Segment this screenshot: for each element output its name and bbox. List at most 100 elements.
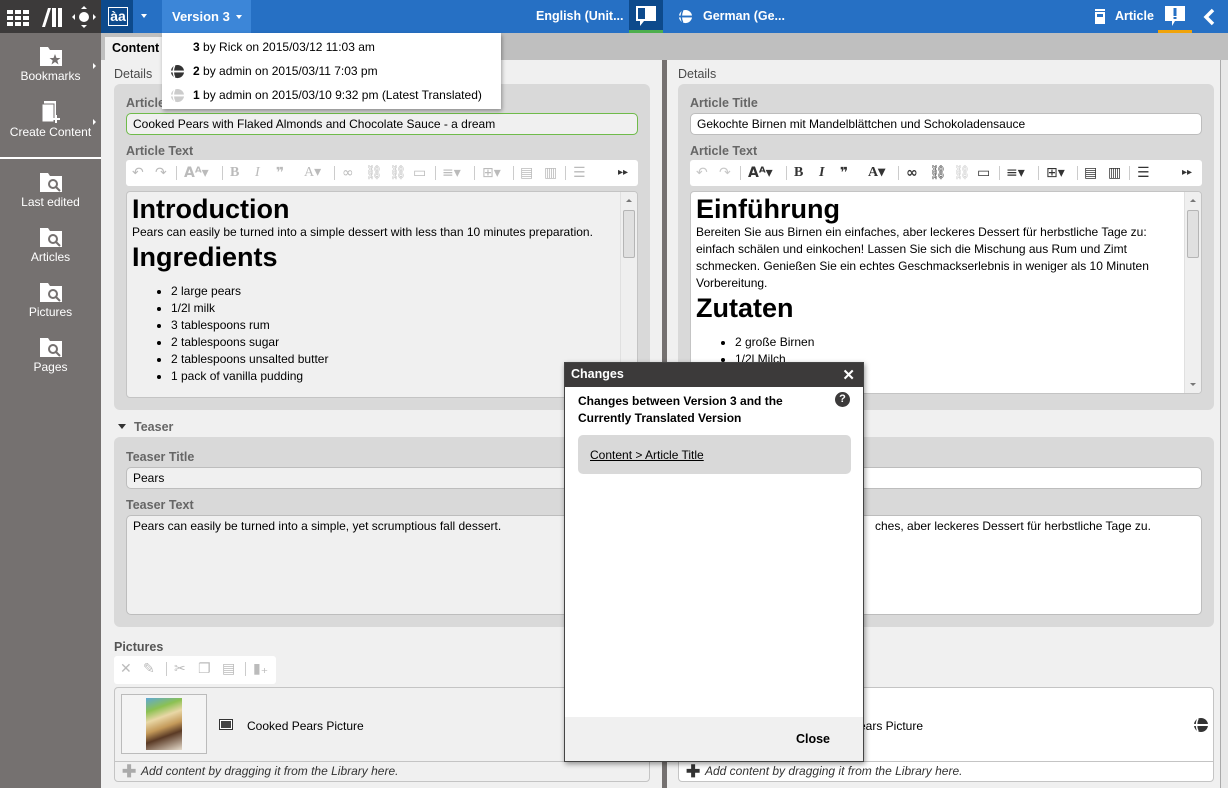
italic-icon[interactable]: I <box>819 165 824 181</box>
link-icon[interactable]: ∞ <box>342 165 354 181</box>
details-section-label[interactable]: Details <box>114 67 152 81</box>
paste-text-icon[interactable]: ▤ <box>1084 165 1097 181</box>
apps-grid-icon[interactable] <box>6 6 30 28</box>
more-tools-icon[interactable]: ▸▸ <box>1182 165 1192 181</box>
font-size-icon[interactable]: Aᴬ▾ <box>748 165 773 181</box>
add-content-dropzone[interactable]: ✚ Add content by dragging it from the Li… <box>679 761 1213 781</box>
dialog-header[interactable]: Changes ✕ <box>565 363 863 387</box>
align-icon[interactable]: ≡▾ <box>1006 165 1025 181</box>
version-dropdown[interactable]: Version 3 <box>162 0 251 33</box>
bold-icon[interactable]: B <box>230 165 239 181</box>
target-language-label[interactable]: German (Ge... <box>703 9 785 23</box>
create-content-icon <box>41 101 60 123</box>
paste-word-icon[interactable]: ▥ <box>544 165 557 181</box>
numbered-list-icon[interactable]: ☰ <box>573 165 586 181</box>
article-text-editor[interactable]: Introduction Pears can easily be turned … <box>126 191 638 398</box>
redo-icon[interactable]: ↷ <box>155 165 167 181</box>
redo-icon[interactable]: ↷ <box>719 165 731 181</box>
close-icon[interactable]: ✕ <box>842 366 855 384</box>
version-menu-item[interactable]: 1 by admin on 2015/03/10 9:32 pm (Latest… <box>162 84 501 108</box>
undo-icon[interactable]: ↶ <box>696 165 708 181</box>
scroll-thumb[interactable] <box>623 210 635 258</box>
internal-link-icon[interactable]: ⛓ <box>365 165 383 181</box>
paste-icon[interactable]: ▤ <box>222 661 235 677</box>
more-tools-icon[interactable]: ▸▸ <box>618 165 628 181</box>
paste-word-icon[interactable]: ▥ <box>1108 165 1121 181</box>
font-size-icon[interactable]: Aᴬ▾ <box>184 165 209 181</box>
top-bar: àa Version 3 English (Unit... German (Ge… <box>101 0 1228 33</box>
version-menu-item[interactable]: 2 by admin on 2015/03/11 7:03 pm <box>162 60 501 84</box>
link-icon[interactable]: ∞ <box>906 165 918 181</box>
sidebar-item-create-content[interactable]: Create Content <box>0 101 101 139</box>
chevron-down-icon[interactable] <box>141 14 147 18</box>
add-picture-icon[interactable]: ▮₊ <box>253 661 268 677</box>
sidebar-item-pictures[interactable]: Pictures <box>0 281 101 319</box>
toolbar-separator <box>1077 166 1078 180</box>
blockquote-icon[interactable]: ❞ <box>276 165 284 181</box>
add-content-dropzone[interactable]: ✚ Add content by dragging it from the Li… <box>115 761 649 781</box>
editor-scrollbar[interactable] <box>1184 192 1201 393</box>
image-icon[interactable]: ▭ <box>413 165 426 181</box>
numbered-list-icon[interactable]: ☰ <box>1137 165 1150 181</box>
issues-button[interactable] <box>1158 0 1192 33</box>
table-icon[interactable]: ⊞▾ <box>1046 165 1065 181</box>
collapse-caret-icon[interactable] <box>118 424 126 429</box>
undo-icon[interactable]: ↶ <box>132 165 144 181</box>
library-icon[interactable] <box>40 6 64 28</box>
navigation-icon[interactable] <box>72 6 96 28</box>
version-number: 3 <box>193 40 200 54</box>
page-scrollbar[interactable] <box>1220 60 1228 788</box>
copy-icon[interactable]: ❐ <box>198 661 211 677</box>
remove-link-icon[interactable]: ⛓ <box>389 165 407 181</box>
cut-icon[interactable]: ✂ <box>174 661 186 677</box>
version-menu-item[interactable]: 3 by Rick on 2015/03/12 11:03 am <box>162 36 501 60</box>
align-icon[interactable]: ≡▾ <box>442 165 461 181</box>
pictures-toolbar: ✕ ✎ ✂ ❐ ▤ ▮₊ <box>114 656 276 684</box>
toolbar-separator <box>166 662 167 676</box>
text-color-icon[interactable]: A▾ <box>868 165 885 181</box>
source-language-label[interactable]: English (Unit... <box>536 9 624 23</box>
sidebar-item-articles[interactable]: Articles <box>0 226 101 264</box>
collapse-chevron-left-icon[interactable] <box>1202 8 1216 26</box>
article-title-input[interactable]: Cooked Pears with Flaked Almonds and Cho… <box>126 113 638 135</box>
picture-name[interactable]: ears Picture <box>859 719 923 733</box>
picture-thumbnail[interactable] <box>121 694 207 754</box>
scroll-up-icon[interactable] <box>626 199 632 202</box>
globe-icon[interactable] <box>1193 717 1209 733</box>
internal-link-icon[interactable]: ⛓ <box>929 165 947 181</box>
edit-pencil-icon[interactable]: ✎ <box>143 661 155 677</box>
editor-heading: Zutaten <box>696 293 794 323</box>
rich-text-toolbar: ↶ ↷ Aᴬ▾ B I ❞ A▾ ∞ ⛓ ⛓ ▭ ≡▾ ⊞▾ ▤ ▥ ☰ ▸▸ <box>126 160 638 186</box>
sidebar-item-last-edited[interactable]: Last edited <box>0 171 101 209</box>
paste-text-icon[interactable]: ▤ <box>520 165 533 181</box>
plus-icon: ✚ <box>122 762 137 781</box>
image-icon[interactable]: ▭ <box>977 165 990 181</box>
italic-icon[interactable]: I <box>255 165 260 181</box>
delete-icon[interactable]: ✕ <box>120 661 132 677</box>
tab-content[interactable]: Content <box>105 37 167 60</box>
compare-view-button[interactable] <box>629 0 663 33</box>
sidebar-divider <box>0 157 101 159</box>
close-button[interactable]: Close <box>796 732 830 746</box>
help-icon[interactable]: ? <box>835 392 850 407</box>
scroll-thumb[interactable] <box>1187 210 1199 258</box>
toolbar-separator <box>1038 166 1039 180</box>
table-icon[interactable]: ⊞▾ <box>482 165 501 181</box>
bold-icon[interactable]: B <box>794 165 803 181</box>
toolbar-separator <box>513 166 514 180</box>
change-link[interactable]: Content > Article Title <box>590 448 704 462</box>
text-color-icon[interactable]: A▾ <box>304 165 321 181</box>
plus-icon: ✚ <box>686 762 701 781</box>
picture-name[interactable]: Cooked Pears Picture <box>247 719 364 733</box>
scroll-down-icon[interactable] <box>1190 383 1196 386</box>
scroll-up-icon[interactable] <box>1190 199 1196 202</box>
remove-link-icon[interactable]: ⛓ <box>953 165 971 181</box>
details-section-label[interactable]: Details <box>678 67 716 81</box>
translation-language-button[interactable]: àa <box>101 0 133 33</box>
sidebar-item-pages[interactable]: Pages <box>0 336 101 374</box>
toolbar-separator <box>786 166 787 180</box>
teaser-section-label[interactable]: Teaser <box>134 420 173 434</box>
article-title-input[interactable]: Gekochte Birnen mit Mandelblättchen und … <box>690 113 1202 135</box>
blockquote-icon[interactable]: ❞ <box>840 165 848 181</box>
sidebar-item-bookmarks[interactable]: Bookmarks <box>0 45 101 83</box>
